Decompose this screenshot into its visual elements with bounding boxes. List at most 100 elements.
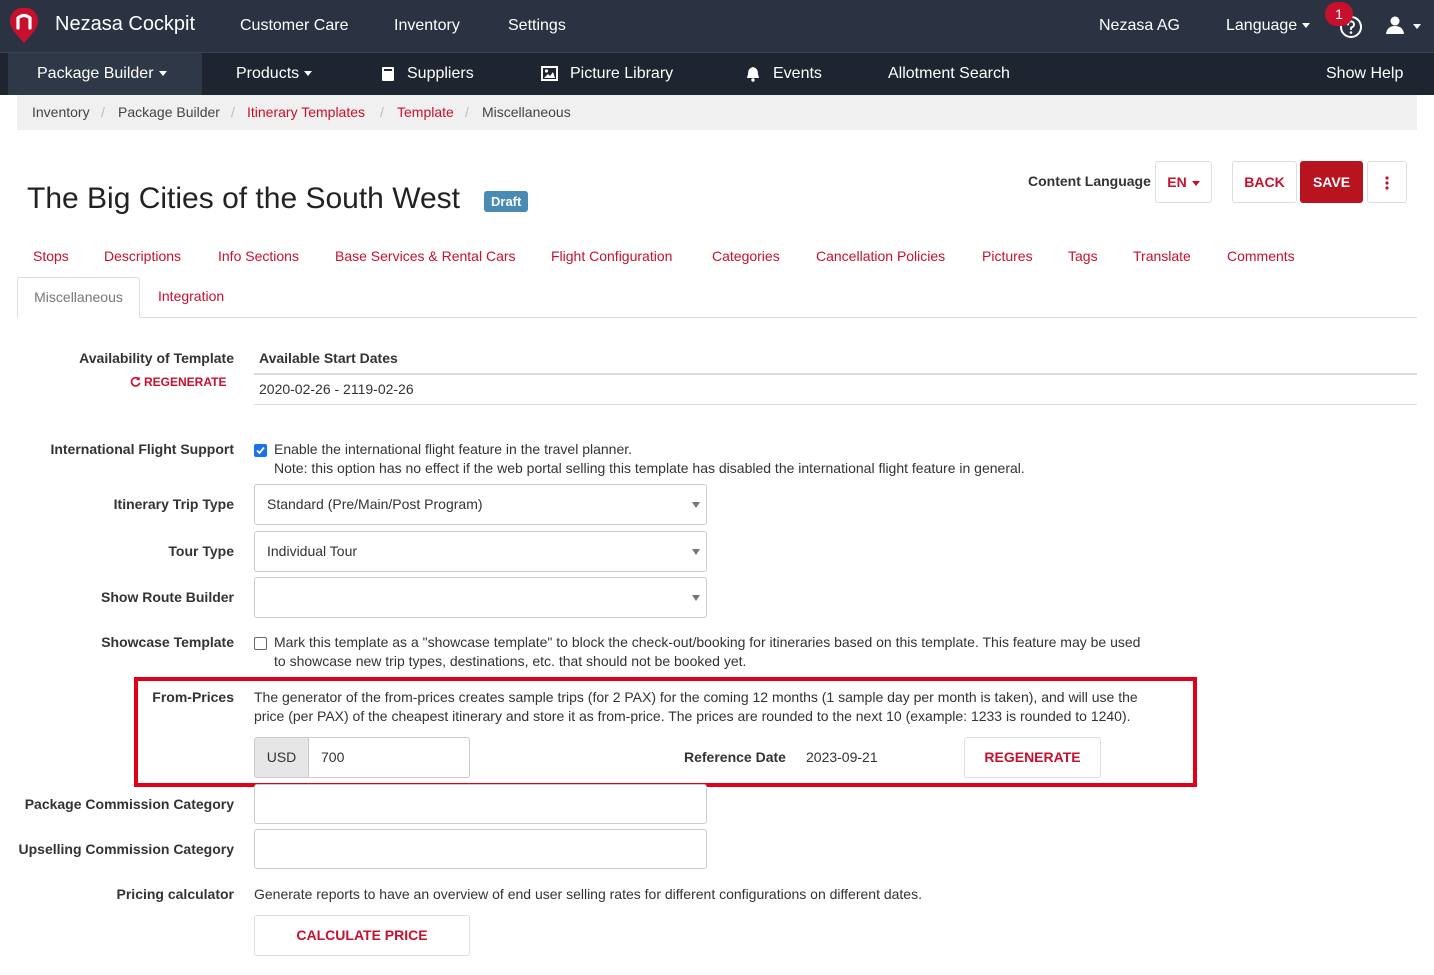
table-header-line — [254, 373, 1417, 375]
picture-icon — [541, 66, 558, 82]
subnav-events[interactable]: Events — [745, 53, 822, 95]
breadcrumb-package-builder[interactable]: Package Builder — [118, 104, 220, 120]
tab-stops[interactable]: Stops — [33, 248, 69, 264]
more-options-button[interactable] — [1367, 161, 1407, 203]
subnav-picture-library-label: Picture Library — [570, 65, 674, 82]
route-builder-select[interactable] — [254, 577, 707, 618]
subnav-suppliers[interactable]: Suppliers — [381, 53, 474, 95]
breadcrumb-separator: / — [380, 104, 384, 120]
language-label: Language — [1226, 17, 1298, 34]
intl-flight-checkbox[interactable] — [254, 444, 267, 457]
from-prices-regenerate-button[interactable]: REGENERATE — [964, 737, 1101, 778]
nav-settings[interactable]: Settings — [508, 17, 566, 35]
tour-type-value: Individual Tour — [267, 543, 358, 559]
table-row-line — [254, 404, 1417, 405]
breadcrumb: Inventory / Package Builder / Itinerary … — [17, 95, 1417, 130]
availability-regenerate-label: REGENERATE — [144, 375, 227, 389]
tab-miscellaneous[interactable]: Miscellaneous — [17, 277, 140, 318]
subnav-picture-library[interactable]: Picture Library — [541, 53, 673, 95]
reference-date-value: 2023-09-21 — [806, 749, 878, 765]
tour-type-label: Tour Type — [168, 543, 234, 559]
dropdown-arrow-icon — [692, 549, 700, 555]
available-start-dates-value: 2020-02-26 - 2119-02-26 — [259, 381, 414, 397]
showcase-text-line1: Mark this template as a "showcase templa… — [274, 634, 1141, 650]
upselling-commission-input[interactable] — [254, 829, 707, 869]
calculate-price-button[interactable]: CALCULATE PRICE — [254, 915, 470, 956]
breadcrumb-template[interactable]: Template — [397, 104, 454, 120]
dropdown-arrow-icon — [692, 502, 700, 508]
intl-flight-note: Note: this option has no effect if the w… — [274, 460, 1025, 476]
from-prices-text-line2: price (per PAX) of the cheapest itinerar… — [254, 708, 1131, 724]
reference-date-label: Reference Date — [684, 749, 786, 765]
save-button[interactable]: SAVE — [1300, 161, 1363, 203]
refresh-icon — [130, 376, 141, 387]
from-price-input[interactable]: 700 — [308, 737, 470, 778]
trip-type-value: Standard (Pre/Main/Post Program) — [267, 496, 483, 512]
subnav-products[interactable]: Products — [236, 53, 313, 95]
subnav-suppliers-label: Suppliers — [407, 65, 474, 82]
from-prices-label: From-Prices — [152, 689, 234, 705]
intl-flight-label: International Flight Support — [50, 441, 234, 457]
nezasa-logo-icon[interactable] — [9, 8, 39, 44]
availability-regenerate-link[interactable]: REGENERATE — [130, 375, 226, 389]
dropdown-arrow-icon — [692, 595, 700, 601]
intl-flight-text: Enable the international flight feature … — [274, 441, 633, 457]
content-language-value: EN — [1167, 174, 1187, 190]
content-language-dropdown[interactable]: EN — [1155, 161, 1212, 203]
tab-flight-configuration[interactable]: Flight Configuration — [551, 248, 672, 264]
breadcrumb-miscellaneous: Miscellaneous — [482, 104, 571, 120]
show-help-link[interactable]: Show Help — [1326, 53, 1403, 95]
chevron-down-icon — [158, 71, 167, 77]
company-name[interactable]: Nezasa AG — [1099, 17, 1180, 35]
upselling-commission-label: Upselling Commission Category — [18, 841, 234, 857]
trip-type-select[interactable]: Standard (Pre/Main/Post Program) — [254, 484, 707, 525]
bell-icon — [747, 66, 759, 82]
book-icon — [382, 66, 394, 81]
showcase-checkbox[interactable] — [254, 637, 267, 650]
tab-tags[interactable]: Tags — [1068, 248, 1098, 264]
vertical-ellipsis-icon — [1385, 176, 1389, 190]
tab-pictures[interactable]: Pictures — [982, 248, 1033, 264]
user-menu-chevron-icon[interactable] — [1413, 24, 1421, 29]
status-badge: Draft — [484, 191, 529, 212]
checkmark-icon — [256, 446, 265, 455]
tab-integration[interactable]: Integration — [158, 288, 224, 304]
breadcrumb-itinerary-templates[interactable]: Itinerary Templates — [247, 104, 365, 120]
tab-base-services[interactable]: Base Services & Rental Cars — [335, 248, 516, 264]
pricing-calculator-text: Generate reports to have an overview of … — [254, 886, 922, 902]
nav-customer-care[interactable]: Customer Care — [240, 17, 348, 35]
package-commission-input[interactable] — [254, 784, 707, 824]
breadcrumb-inventory[interactable]: Inventory — [32, 104, 90, 120]
brand-name[interactable]: Nezasa Cockpit — [55, 13, 195, 36]
trip-type-label: Itinerary Trip Type — [113, 496, 234, 512]
notification-badge[interactable]: 1 — [1325, 2, 1353, 26]
language-menu[interactable]: Language — [1226, 17, 1311, 35]
currency-addon: USD — [254, 737, 309, 778]
package-commission-label: Package Commission Category — [24, 796, 234, 812]
breadcrumb-separator: / — [465, 104, 469, 120]
content-language-label: Content Language — [1028, 173, 1151, 189]
tabs-divider — [17, 317, 1417, 318]
tour-type-select[interactable]: Individual Tour — [254, 531, 707, 572]
tab-categories[interactable]: Categories — [712, 248, 780, 264]
chevron-down-icon — [1302, 23, 1311, 29]
tab-translate[interactable]: Translate — [1133, 248, 1191, 264]
pricing-calculator-label: Pricing calculator — [116, 886, 234, 902]
back-button[interactable]: BACK — [1232, 161, 1297, 203]
availability-label: Availability of Template — [79, 350, 234, 366]
tab-info-sections[interactable]: Info Sections — [218, 248, 299, 264]
subnav-allotment-search[interactable]: Allotment Search — [888, 53, 1010, 95]
tab-descriptions[interactable]: Descriptions — [104, 248, 181, 264]
breadcrumb-separator: / — [231, 104, 235, 120]
user-icon[interactable] — [1385, 15, 1405, 35]
top-navbar: Nezasa Cockpit Customer Care Inventory S… — [0, 0, 1434, 52]
chevron-down-icon — [304, 71, 313, 77]
showcase-label: Showcase Template — [101, 634, 234, 650]
nav-inventory[interactable]: Inventory — [394, 17, 460, 35]
tab-cancellation-policies[interactable]: Cancellation Policies — [816, 248, 945, 264]
subnav-package-builder-label: Package Builder — [37, 65, 154, 82]
subnav-package-builder[interactable]: Package Builder — [8, 53, 202, 95]
available-start-dates-header: Available Start Dates — [259, 350, 398, 366]
subnav-events-label: Events — [773, 65, 822, 82]
tab-comments[interactable]: Comments — [1227, 248, 1295, 264]
